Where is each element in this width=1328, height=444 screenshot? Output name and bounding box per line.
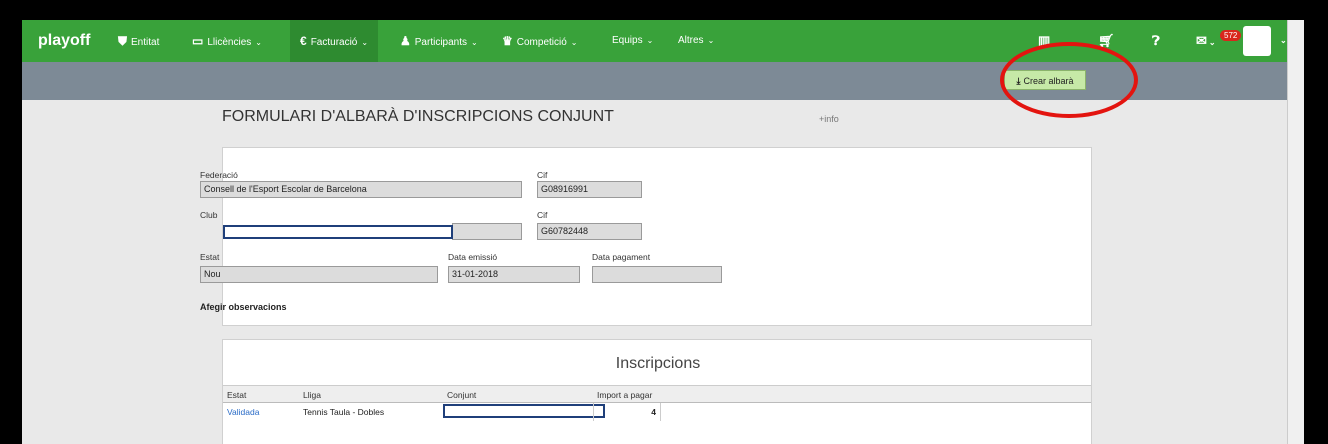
- id-card-icon: ▭: [192, 34, 204, 48]
- column-header-lliga[interactable]: Lliga: [299, 385, 443, 403]
- red-annotation-circle: [1000, 42, 1138, 118]
- user-icon: ♟: [400, 34, 411, 48]
- nav-item-participants[interactable]: ♟ Participants ⌄: [400, 20, 478, 62]
- row-estat-link[interactable]: Validada: [223, 403, 299, 421]
- nav-item-label: Equips: [612, 35, 643, 46]
- add-observations-link[interactable]: Afegir observacions: [200, 302, 287, 312]
- chevron-down-icon: ⌄: [361, 38, 369, 47]
- nav-item-label: Llicències: [207, 37, 252, 48]
- column-header-import[interactable]: Import a pagar: [593, 385, 661, 403]
- row-lliga: Tennis Taula - Dobles: [303, 407, 385, 417]
- help-icon[interactable]: ❓︎: [1152, 20, 1160, 62]
- nav-item-altres[interactable]: Altres ⌄: [678, 20, 714, 62]
- envelope-icon: ✉: [1196, 33, 1207, 48]
- chevron-down-icon[interactable]: ⌄: [1280, 20, 1287, 62]
- notification-badge: 572: [1220, 30, 1242, 41]
- vertical-scrollbar[interactable]: [1287, 20, 1304, 444]
- club-cif-field[interactable]: G60782448: [537, 223, 642, 240]
- data-pagament-field[interactable]: [592, 266, 722, 283]
- column-header-empty: [661, 385, 1091, 403]
- data-pagament-label: Data pagament: [592, 252, 651, 262]
- mail-menu[interactable]: ✉ ⌄: [1196, 20, 1216, 62]
- chevron-down-icon: ⌄: [570, 38, 578, 47]
- chevron-down-icon: ⌄: [1208, 38, 1216, 47]
- club-input[interactable]: [223, 225, 453, 239]
- chevron-down-icon: ⌄: [646, 36, 654, 45]
- federacio-label: Federació: [200, 170, 238, 180]
- data-emissio-label: Data emissió: [448, 252, 498, 262]
- avatar[interactable]: [1243, 26, 1271, 56]
- shield-icon: ⛊: [118, 34, 128, 48]
- nav-item-label: Entitat: [131, 37, 160, 48]
- data-emissio-field[interactable]: 31-01-2018: [448, 266, 580, 283]
- app-window: playoff ⛊ Entitat ▭ Llicències ⌄ € Facturaci…: [22, 20, 1304, 444]
- federacio-cif-field[interactable]: G08916991: [537, 181, 642, 198]
- nav-item-facturacio[interactable]: € Facturació ⌄: [290, 20, 379, 62]
- chevron-down-icon: ⌄: [255, 38, 262, 47]
- euro-icon: €: [300, 34, 307, 48]
- nav-item-competicio[interactable]: ♛ Competició ⌄: [502, 20, 578, 62]
- club-label: Club: [200, 210, 218, 220]
- nav-item-entitat[interactable]: ⛊ Entitat: [118, 20, 159, 62]
- nav-item-label: Competició: [516, 37, 567, 48]
- column-header-conjunt[interactable]: Conjunt: [443, 385, 593, 403]
- page-title: FORMULARI D'ALBARÀ D'INSCRIPCIONS CONJUN…: [222, 108, 614, 125]
- cif-label: Cif: [537, 210, 548, 220]
- nav-item-llicencies[interactable]: ▭ Llicències ⌄: [192, 20, 262, 62]
- conjunt-input[interactable]: [443, 404, 605, 418]
- inscripcions-panel: Inscripcions Estat Lliga Conjunt Import …: [222, 339, 1092, 444]
- nav-item-label: Participants: [414, 37, 468, 48]
- inscripcions-title: Inscripcions: [615, 355, 701, 372]
- cif-label: Cif: [537, 170, 548, 180]
- chevron-down-icon: ⌄: [707, 36, 715, 45]
- info-link[interactable]: +info: [819, 114, 839, 124]
- nav-item-equips[interactable]: Equips ⌄: [612, 20, 653, 62]
- trophy-icon: ♛: [502, 34, 513, 48]
- federacio-field[interactable]: Consell de l'Esport Escolar de Barcelona: [200, 181, 522, 198]
- column-header-estat[interactable]: Estat: [223, 385, 299, 403]
- chevron-down-icon: ⌄: [471, 38, 478, 47]
- row-conjunt-cell: [443, 403, 605, 421]
- club-field-bg: [452, 223, 522, 240]
- estat-field[interactable]: Nou: [200, 266, 438, 283]
- brand-logo[interactable]: playoff: [38, 20, 90, 62]
- row-import: 4: [593, 403, 661, 421]
- nav-item-label: Facturació: [310, 37, 358, 48]
- estat-label: Estat: [200, 252, 220, 262]
- nav-item-label: Altres: [678, 35, 704, 46]
